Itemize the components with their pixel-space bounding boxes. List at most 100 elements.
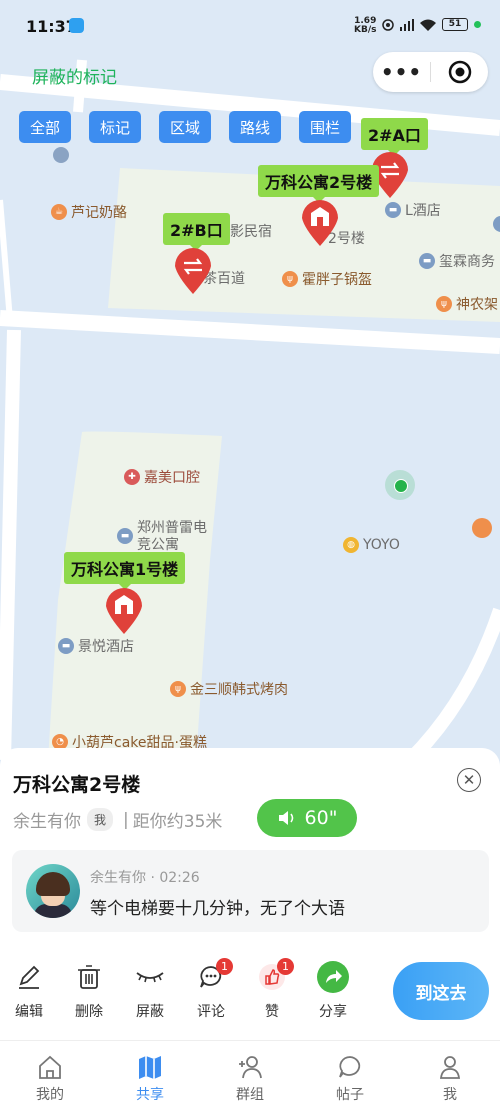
comment-dot: · — [150, 870, 155, 886]
close-miniprogram-icon[interactable] — [431, 60, 488, 84]
filter-route-button[interactable]: 路线 — [229, 111, 281, 143]
more-menu-icon[interactable]: ••• — [373, 60, 430, 84]
like-count-badge: 1 — [277, 958, 294, 975]
food-icon: ψ — [170, 681, 186, 697]
avatar[interactable] — [26, 864, 80, 918]
poi-label: 景悦酒店 — [78, 639, 134, 655]
poi-luji[interactable]: ☕ 芦记奶酪 — [51, 202, 127, 222]
pin-building2-icon[interactable] — [300, 198, 340, 248]
voice-play-button[interactable]: 60" — [257, 799, 357, 837]
poi-pulei[interactable]: ▬ 郑州普雷电 竞公寓 — [117, 520, 207, 554]
poi-huopangzi[interactable]: ψ 霍胖子锅盔 — [282, 269, 372, 289]
tab-me[interactable]: 我 — [420, 1053, 480, 1104]
poi-label: 金三顺韩式烤肉 — [190, 682, 288, 698]
comment-time: 02:26 — [159, 870, 200, 886]
miniprogram-capsule: ••• — [373, 52, 488, 92]
filter-area-button[interactable]: 区域 — [159, 111, 211, 143]
tab-label: 帖子 — [336, 1087, 364, 1103]
tab-posts[interactable]: 帖子 — [320, 1053, 380, 1104]
share-icon — [317, 961, 349, 993]
pin-b-exit-icon[interactable] — [173, 246, 213, 296]
status-bar: 11:37 1.69 KB/s 51 — [0, 0, 500, 52]
comment-card: 余生有你 · 02:26 等个电梯要十几分钟，无了个大语 — [12, 850, 489, 932]
tab-label: 我 — [443, 1087, 457, 1103]
pin-label-building1[interactable]: 万科公寓1号楼 — [64, 552, 186, 590]
poi-jingyue[interactable]: ▬ 景悦酒店 — [58, 636, 134, 656]
poi-jiamei[interactable]: ✚ 嘉美口腔 — [124, 467, 200, 487]
poi-label: 玺霖商务 — [439, 254, 495, 270]
food-icon: ψ — [436, 296, 452, 312]
comment-author: 余生有你 — [90, 870, 146, 886]
edit-label: 编辑 — [15, 1004, 43, 1020]
distance-text: 距你约35米 — [132, 812, 223, 832]
comment-button[interactable]: 1 评论 — [187, 958, 235, 1021]
poi-yoyo[interactable]: ◍ YOYO — [343, 537, 400, 553]
marker-meta: 余生有你 我 | 距你约35米 — [13, 807, 222, 832]
tab-mine[interactable]: 我的 — [20, 1053, 80, 1104]
poi-label: 嘉美口腔 — [144, 470, 200, 486]
like-button[interactable]: 1 赞 — [248, 958, 296, 1021]
poi-label: 芦记奶酪 — [71, 205, 127, 221]
pin-label-b-exit[interactable]: 2#B口 — [163, 213, 230, 251]
hotel-icon: ▬ — [385, 202, 401, 218]
eye-closed-icon — [136, 972, 164, 983]
block-label: 屏蔽 — [136, 1004, 164, 1020]
battery-icon: 51 — [442, 18, 468, 31]
block-button[interactable]: 屏蔽 — [126, 960, 174, 1021]
hotel-icon: ▬ — [117, 528, 133, 544]
trash-icon — [78, 965, 100, 989]
filter-mark-button[interactable]: 标记 — [89, 111, 141, 143]
poi-label-line2: 竞公寓 — [137, 537, 179, 553]
comment-text: 等个电梯要十几分钟，无了个大语 — [90, 899, 345, 919]
tab-groups[interactable]: 群组 — [220, 1053, 280, 1104]
home-icon — [39, 1055, 61, 1079]
delete-button[interactable]: 删除 — [65, 960, 113, 1021]
edit-button[interactable]: 编辑 — [5, 960, 53, 1021]
voice-duration: 60" — [304, 807, 338, 829]
poi-label: 神农架 — [456, 297, 498, 313]
pin-building1-icon[interactable] — [104, 586, 144, 636]
tab-label: 我的 — [36, 1087, 64, 1103]
close-icon[interactable]: ✕ — [457, 768, 481, 792]
signal-icon — [400, 18, 414, 31]
poi-shennong[interactable]: ψ 神农架 — [436, 294, 498, 314]
map-view[interactable]: 11:37 1.69 KB/s 51 屏蔽的标记 ••• 全部 标记 区域 路线… — [0, 0, 500, 760]
green-dot-indicator — [474, 21, 481, 28]
hotel-icon: ▬ — [58, 638, 74, 654]
hotel-icon: ▬ — [419, 253, 435, 269]
pin-label-building2[interactable]: 万科公寓2号楼 — [258, 165, 380, 203]
share-button[interactable]: 分享 — [309, 960, 357, 1021]
tab-label: 群组 — [236, 1087, 264, 1103]
page-title: 屏蔽的标记 — [32, 68, 117, 88]
current-location-icon — [385, 470, 415, 500]
speaker-icon — [278, 811, 293, 825]
map-icon — [139, 1056, 161, 1079]
poi-label: YOYO — [363, 537, 400, 553]
like-label: 赞 — [265, 1004, 279, 1020]
filter-all-button[interactable]: 全部 — [19, 111, 71, 143]
meta-separator: | — [123, 809, 129, 830]
tab-share[interactable]: 共享 — [120, 1053, 180, 1104]
bottom-tab-bar: 我的 共享 群组 帖子 我 — [0, 1040, 500, 1104]
edit-icon — [19, 965, 40, 989]
status-icons: 51 — [382, 18, 481, 31]
food-icon-partial — [472, 518, 492, 538]
filter-fence-button[interactable]: 围栏 — [299, 111, 351, 143]
author-name: 余生有你 — [13, 812, 81, 832]
food-icon: ψ — [282, 271, 298, 287]
tab-label: 共享 — [136, 1087, 164, 1103]
poi-l-hotel[interactable]: ▬ L酒店 — [385, 200, 441, 220]
filter-bar: 全部 标记 区域 路线 围栏 — [19, 111, 351, 143]
pin-label-a-exit[interactable]: 2#A口 — [361, 118, 428, 156]
comment-meta: 余生有你 · 02:26 — [90, 867, 200, 887]
poi-label: L酒店 — [405, 203, 441, 219]
shop-icon: ◍ — [343, 537, 359, 553]
navigate-here-button[interactable]: 到这去 — [393, 962, 489, 1020]
poi-label-line1: 郑州普雷电 — [137, 520, 207, 536]
poi-xilin[interactable]: ▬ 玺霖商务 — [419, 251, 495, 271]
poi-jinsanshun[interactable]: ψ 金三顺韩式烤肉 — [170, 679, 288, 699]
location-status-icon — [382, 18, 394, 31]
me-tag: 我 — [87, 808, 114, 831]
wifi-icon — [420, 19, 436, 31]
action-bar: 编辑 删除 屏蔽 1 评论 1 赞 分享 — [0, 958, 380, 1030]
